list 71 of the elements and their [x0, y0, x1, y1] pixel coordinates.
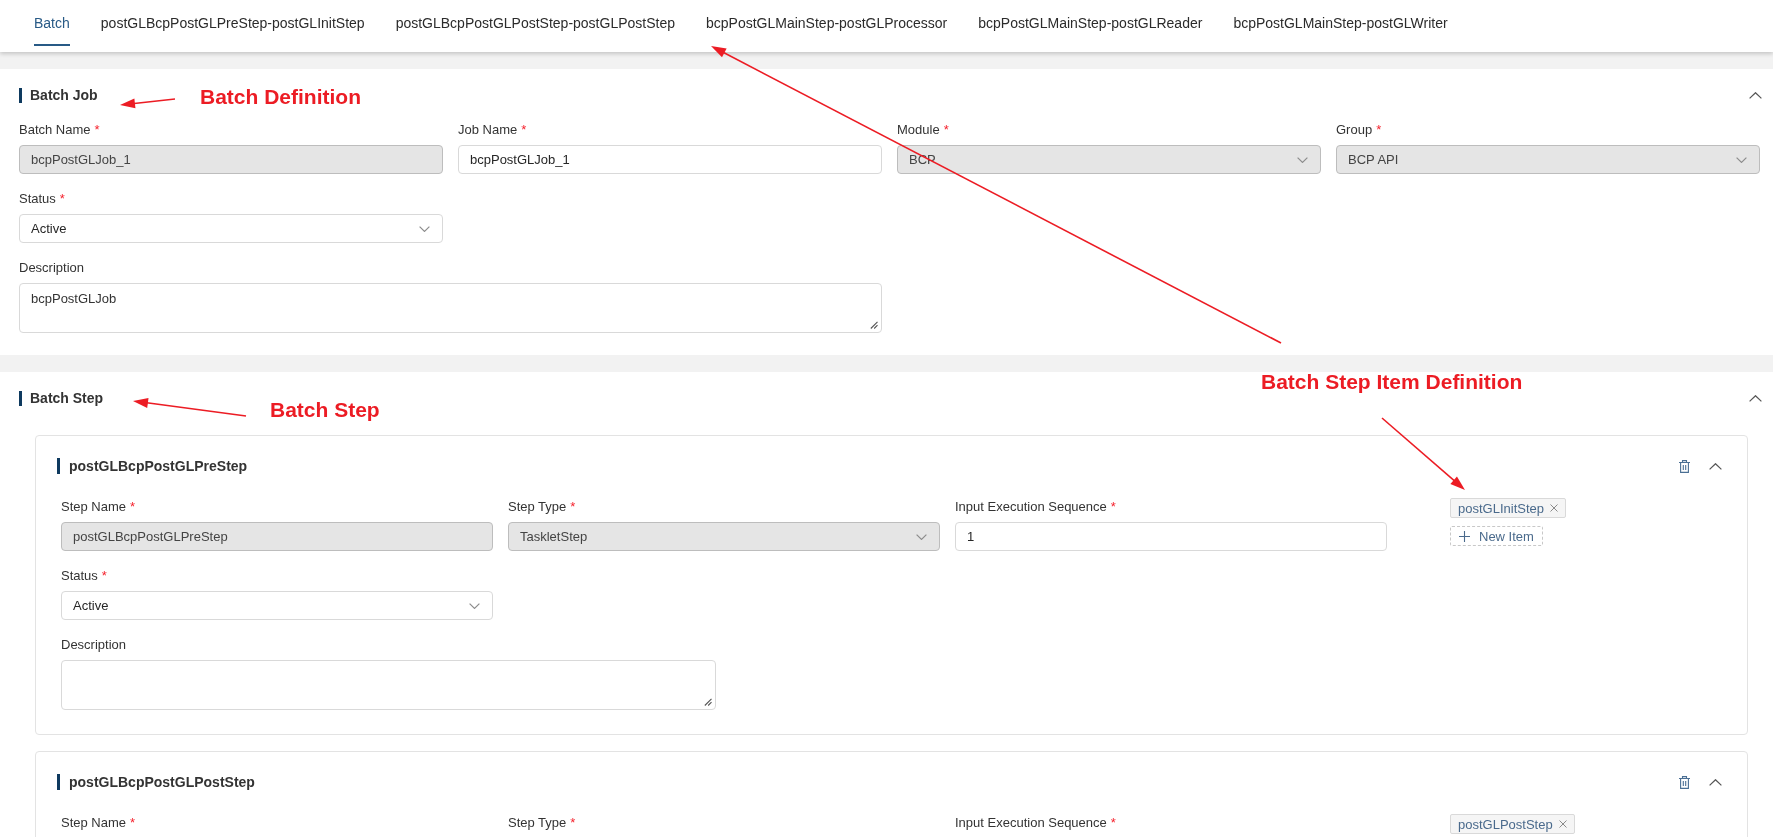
step-title: postGLBcpPostGLPostStep [57, 774, 255, 790]
trash-icon [1679, 459, 1690, 473]
required-mark: * [570, 814, 576, 832]
required-mark: * [101, 567, 107, 585]
field-label: Job Name [458, 121, 518, 139]
field-label: Group [1336, 121, 1373, 139]
field-label: Step Name [61, 814, 127, 832]
field-label: Batch Name [19, 121, 91, 139]
plus-icon [1459, 530, 1470, 542]
textarea-field[interactable] [61, 660, 716, 710]
annotation-label: Batch Step Item Definition [1261, 370, 1523, 394]
required-mark: * [1110, 498, 1116, 516]
item-tag[interactable]: postGLPostStep [1450, 814, 1575, 834]
resize-grip-icon[interactable] [870, 321, 878, 329]
resize-grip-icon[interactable] [704, 698, 712, 706]
field-label: Input Execution Sequence [955, 814, 1107, 832]
dropdown-field[interactable]: Active [61, 591, 493, 620]
chevron-up-icon [1709, 778, 1722, 786]
required-mark: * [130, 498, 136, 516]
tab[interactable]: postGLBcpPostGLPreStep-postGLInitStep [100, 6, 365, 46]
close-icon[interactable] [1558, 820, 1567, 828]
chevron-down-icon [1736, 156, 1747, 163]
section-title: Batch Step [19, 390, 104, 406]
collapse-button[interactable] [1749, 394, 1762, 402]
collapse-button[interactable] [1749, 91, 1762, 99]
field-label: Step Type [508, 814, 567, 832]
textarea-field[interactable]: bcpPostGLJob [19, 283, 882, 333]
required-mark: * [943, 121, 949, 139]
chevron-down-icon [916, 533, 927, 540]
input-field[interactable]: 1 [955, 522, 1387, 551]
collapse-button[interactable] [1709, 462, 1722, 470]
dropdown-field[interactable]: Active [19, 214, 443, 243]
required-mark: * [130, 814, 136, 832]
trash-icon [1679, 775, 1690, 789]
field-label: Status [61, 567, 98, 585]
field-label: Step Name [61, 498, 127, 516]
tab[interactable]: Batch [34, 6, 70, 46]
chevron-down-icon [419, 225, 430, 232]
field-label: Description [19, 259, 85, 277]
required-mark: * [521, 121, 527, 139]
field-label: Step Type [508, 498, 567, 516]
annotation-label: Batch Step [270, 398, 380, 422]
annotation-arrow [120, 98, 176, 109]
required-mark: * [1110, 814, 1116, 832]
new-item-button[interactable]: New Item [1450, 526, 1543, 546]
collapse-button[interactable] [1709, 778, 1722, 786]
required-mark: * [59, 190, 65, 208]
step-title: postGLBcpPostGLPreStep [57, 458, 248, 474]
required-mark: * [570, 498, 576, 516]
section-title: Batch Job [19, 87, 98, 103]
tab[interactable]: bcpPostGLMainStep-postGLWriter [1233, 6, 1448, 46]
annotation-label: Batch Definition [200, 85, 361, 109]
tab[interactable]: bcpPostGLMainStep-postGLReader [978, 6, 1203, 46]
field-label: Status [19, 190, 56, 208]
chevron-up-icon [1749, 394, 1762, 402]
close-icon[interactable] [1550, 504, 1558, 512]
required-mark: * [1376, 121, 1382, 139]
tab[interactable]: bcpPostGLMainStep-postGLProcessor [706, 6, 948, 46]
chevron-up-icon [1749, 91, 1762, 99]
chevron-up-icon [1709, 462, 1722, 470]
input-field[interactable]: bcpPostGLJob_1 [458, 145, 882, 174]
chevron-down-icon [1297, 156, 1308, 163]
item-tag[interactable]: postGLInitStep [1450, 498, 1566, 518]
delete-button[interactable] [1679, 775, 1690, 789]
chevron-down-icon [469, 602, 480, 609]
required-mark: * [94, 121, 100, 139]
delete-button[interactable] [1679, 459, 1690, 473]
field-label: Module [897, 121, 940, 139]
field-label: Input Execution Sequence [955, 498, 1107, 516]
tab[interactable]: postGLBcpPostGLPostStep-postGLPostStep [395, 6, 675, 46]
field-label: Description [61, 636, 127, 654]
